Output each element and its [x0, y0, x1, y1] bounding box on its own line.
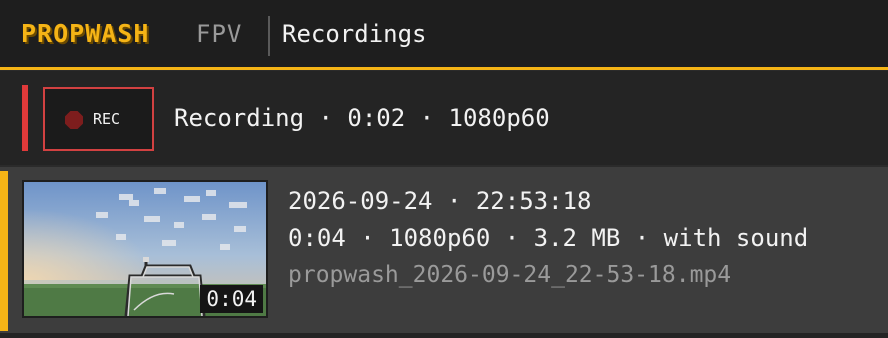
video-thumbnail[interactable]: 0:04	[22, 180, 268, 318]
recording-status-bar: REC Recording · 0:02 · 1080p60	[0, 71, 888, 165]
record-dot-icon	[65, 111, 83, 129]
header-divider	[268, 16, 270, 56]
brand-subtitle: FPV	[196, 20, 243, 48]
page-title: Recordings	[282, 20, 427, 48]
selected-accent-bar	[0, 171, 8, 331]
record-button[interactable]: REC	[43, 87, 154, 151]
brand-logo: PROPWASH	[21, 19, 150, 48]
recording-status-text: Recording · 0:02 · 1080p60	[174, 104, 550, 132]
recording-meta: 0:04 · 1080p60 · 3.2 MB · with sound	[288, 224, 809, 252]
app-header: PROPWASH FPV Recordings	[0, 0, 888, 70]
recording-list-item[interactable]: 0:04 2026-09-24 · 22:53:18 0:04 · 1080p6…	[0, 167, 888, 333]
recording-filename: propwash_2026-09-24_22-53-18.mp4	[288, 262, 732, 288]
list-footer-strip	[0, 333, 888, 338]
recording-accent-bar	[22, 85, 28, 151]
duration-badge: 0:04	[200, 285, 263, 313]
recording-date: 2026-09-24 · 22:53:18	[288, 187, 592, 215]
record-button-label: REC	[93, 110, 121, 128]
